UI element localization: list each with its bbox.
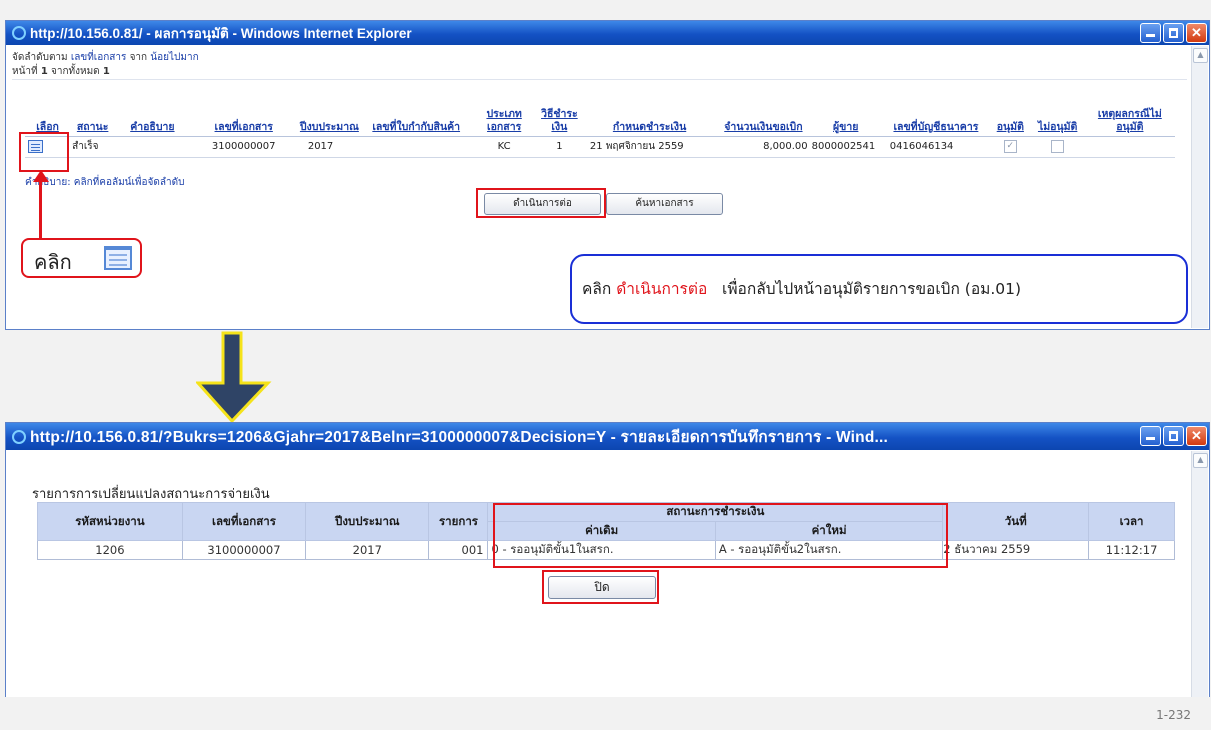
callout-highlight: ดำเนินการต่อ <box>616 280 708 298</box>
window2-titlebar: http://10.156.0.81/?Bukrs=1206&Gjahr=201… <box>6 423 1209 450</box>
page-prefix: หน้าที่ <box>12 66 38 77</box>
unit-cell: 1206 <box>37 540 183 560</box>
col-due-date[interactable]: กำหนดชำระเงิน <box>582 104 717 136</box>
maximize-button[interactable] <box>1163 426 1184 446</box>
col-pay-method[interactable]: วิธีชำระเงิน <box>537 104 582 136</box>
scroll-up-icon[interactable]: ▲ <box>1193 48 1208 63</box>
sort-info: จัดลำดับตาม เลขที่เอกสาร จาก น้อยไปมาก <box>12 50 199 65</box>
doc-type-cell: KC <box>497 141 511 152</box>
continue-callout: คลิก ดำเนินการต่อ เพื่อกลับไปหน้าอนุมัติ… <box>570 254 1188 324</box>
col-vendor[interactable]: ผู้ขาย <box>810 104 882 136</box>
not-approve-cell <box>1031 136 1085 157</box>
status-cell: สำเร็จ <box>72 141 99 152</box>
page-middle: จากทั้งหมด <box>50 66 100 77</box>
col-doc-no[interactable]: เลขที่เอกสาร <box>190 104 298 136</box>
col-approve[interactable]: อนุมัติ <box>990 104 1031 136</box>
amount-cell: 8,000.00 <box>763 141 808 152</box>
reason-cell <box>1085 136 1175 157</box>
date-cell: 2 ธันวาคม 2559 <box>942 540 1090 560</box>
fiscal-year-cell: 2017 <box>305 540 430 560</box>
sort-prefix: จัดลำดับตาม <box>12 52 68 63</box>
window1-scrollbar[interactable]: ▲ <box>1191 46 1208 328</box>
close-button[interactable]: ✕ <box>1186 426 1207 446</box>
document-icon <box>104 246 132 270</box>
col-time: เวลา <box>1088 502 1175 541</box>
red-arrow-shaft <box>39 181 42 239</box>
highlight-close-button <box>542 570 659 604</box>
callout-prefix: คลิก <box>582 280 612 298</box>
section-title: รายการการเปลี่ยนแปลงสถานะการจ่ายเงิน <box>32 487 270 502</box>
description-cell <box>115 136 189 157</box>
close-button[interactable]: ✕ <box>1186 23 1207 43</box>
invoice-no-cell <box>361 136 471 157</box>
fiscal-year-cell: 2017 <box>307 141 334 152</box>
col-unit: รหัสหน่วยงาน <box>37 502 183 541</box>
minimize-button[interactable] <box>1140 23 1161 43</box>
page-number: 1-232 <box>1156 708 1191 722</box>
search-document-button[interactable]: ค้นหาเอกสาร <box>606 193 723 215</box>
vendor-cell: 8000002541 <box>811 141 876 152</box>
due-date-cell: 21 พฤศจิกายน 2559 <box>589 141 684 152</box>
doc-no-cell: 3100000007 <box>211 141 276 152</box>
continue-callout-line: คลิก ดำเนินการต่อ เพื่อกลับไปหน้าอนุมัติ… <box>582 276 1021 301</box>
col-reason[interactable]: เหตุผลกรณีไม่อนุมัติ <box>1085 104 1175 136</box>
minimize-button[interactable] <box>1140 426 1161 446</box>
col-amount[interactable]: จำนวนเงินขอเบิก <box>717 104 809 136</box>
window2-scrollbar[interactable]: ▲ <box>1191 451 1208 697</box>
approval-result-table: เลือก สถานะ คำอธิบาย เลขที่เอกสาร ปีงบปร… <box>25 104 1175 158</box>
approve-cell: ✓ <box>990 136 1031 157</box>
col-description[interactable]: คำอธิบาย <box>115 104 189 136</box>
ie-icon <box>12 429 26 444</box>
sort-order-link[interactable]: น้อยไปมาก <box>150 52 198 63</box>
highlight-payment-status <box>493 503 948 568</box>
col-doc-type[interactable]: ประเภทเอกสาร <box>471 104 536 136</box>
down-arrow-shape <box>196 331 272 423</box>
highlight-continue-button <box>476 188 606 218</box>
col-fiscal-year[interactable]: ปีงบประมาณ <box>298 104 361 136</box>
col-fiscal-year: ปีงบประมาณ <box>305 502 430 541</box>
down-arrow-icon <box>196 331 272 423</box>
col-status[interactable]: สถานะ <box>70 104 115 136</box>
table-row: สำเร็จ 3100000007 2017 KC 1 21 พฤศจิกายน… <box>25 136 1175 157</box>
bank-account-cell: 0416046134 <box>889 141 954 152</box>
document-icon-lines <box>109 254 127 256</box>
sort-middle: จาก <box>129 52 148 63</box>
not-approve-checkbox[interactable] <box>1051 140 1065 153</box>
page-info: หน้าที่ 1 จากทั้งหมด 1 <box>12 64 110 79</box>
col-invoice-no[interactable]: เลขที่ใบกำกับสินค้า <box>361 104 471 136</box>
window1-title: http://10.156.0.81/ - ผลการอนุมัติ - Win… <box>30 26 412 41</box>
pay-method-cell: 1 <box>556 141 563 152</box>
click-callout-text: คลิก <box>34 250 72 274</box>
window2-title: http://10.156.0.81/?Bukrs=1206&Gjahr=201… <box>30 429 889 446</box>
sort-field-link[interactable]: เลขที่เอกสาร <box>71 52 127 63</box>
col-date: วันที่ <box>942 502 1090 541</box>
page-total: 1 <box>102 66 110 77</box>
col-not-approve[interactable]: ไม่อนุมัติ <box>1031 104 1085 136</box>
highlight-select-icon <box>19 132 69 172</box>
time-cell: 11:12:17 <box>1088 540 1175 560</box>
scroll-up-icon[interactable]: ▲ <box>1193 453 1208 468</box>
page-current: 1 <box>40 66 48 77</box>
callout-suffix: เพื่อกลับไปหน้าอนุมัติรายการขอเบิก (อม.0… <box>722 280 1022 298</box>
doc-no-cell: 3100000007 <box>181 540 307 560</box>
col-doc-no: เลขที่เอกสาร <box>181 502 307 541</box>
window1-titlebar: http://10.156.0.81/ - ผลการอนุมัติ - Win… <box>6 21 1209 45</box>
approve-checkbox[interactable]: ✓ <box>1003 140 1017 153</box>
divider <box>12 79 1187 80</box>
maximize-button[interactable] <box>1163 23 1184 43</box>
click-callout: คลิก <box>21 238 142 278</box>
col-item: รายการ <box>428 502 489 541</box>
item-cell: 001 <box>428 540 489 560</box>
ie-icon <box>12 26 26 40</box>
col-bank-account[interactable]: เลขที่บัญชีธนาคาร <box>882 104 990 136</box>
